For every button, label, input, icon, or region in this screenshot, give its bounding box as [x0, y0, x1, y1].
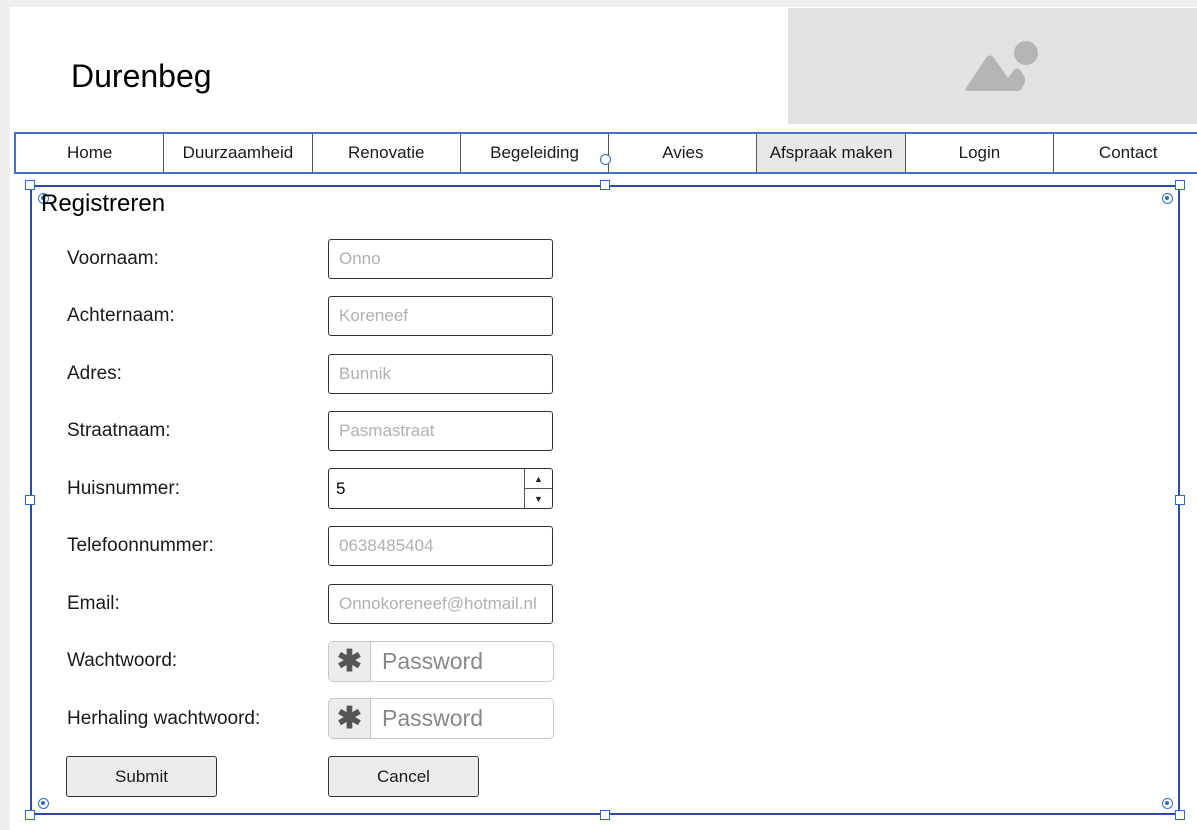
triangle-up-icon[interactable]: ▲: [525, 469, 552, 489]
herhaling-wachtwoord-label: Herhaling wachtwoord:: [67, 708, 261, 729]
resize-handle-top-left[interactable]: [25, 180, 35, 190]
nav-rotate-handle[interactable]: [600, 154, 611, 165]
anchor-handle-bottom-right[interactable]: [1162, 798, 1173, 809]
resize-handle-top[interactable]: [600, 180, 610, 190]
resize-handle-bottom[interactable]: [600, 810, 610, 820]
wachtwoord-field[interactable]: ✱ Password: [328, 641, 554, 682]
huisnummer-stepper[interactable]: 5 ▲ ▼: [328, 468, 553, 509]
anchor-handle-bottom-left[interactable]: [38, 798, 49, 809]
resize-handle-top-right[interactable]: [1175, 180, 1185, 190]
wachtwoord-label: Wachtwoord:: [67, 650, 178, 671]
nav-item-begeleiding[interactable]: Begeleiding: [461, 134, 610, 172]
site-title: Durenbeg: [71, 58, 212, 94]
nav-item-home[interactable]: Home: [16, 134, 165, 172]
straatnaam-label: Straatnaam:: [67, 420, 171, 441]
form-title: Registreren: [41, 190, 166, 217]
nav-item-duurzaamheid[interactable]: Duurzaamheid: [164, 134, 313, 172]
main-nav: Home Duurzaamheid Renovatie Begeleiding …: [14, 132, 1197, 174]
image-icon: [965, 41, 1038, 91]
achternaam-field[interactable]: Koreneef: [328, 296, 553, 336]
nav-item-renovatie[interactable]: Renovatie: [313, 134, 461, 172]
herhaling-wachtwoord-placeholder: Password: [382, 705, 483, 731]
nav-item-avies[interactable]: Avies: [609, 134, 758, 172]
wachtwoord-placeholder: Password: [382, 648, 483, 674]
achternaam-label: Achternaam:: [67, 305, 175, 326]
cancel-button[interactable]: Cancel: [328, 756, 479, 797]
nav-item-contact[interactable]: Contact: [1054, 134, 1197, 172]
email-field[interactable]: Onnokoreneef@hotmail.nl: [328, 584, 553, 624]
nav-item-afspraak-maken[interactable]: Afspraak maken: [757, 134, 906, 172]
stepper-buttons: ▲ ▼: [524, 469, 552, 508]
huisnummer-label: Huisnummer:: [67, 478, 180, 499]
resize-handle-left[interactable]: [25, 495, 35, 505]
telefoonnummer-label: Telefoonnummer:: [67, 535, 214, 556]
resize-handle-bottom-left[interactable]: [25, 810, 35, 820]
straatnaam-field[interactable]: Pasmastraat: [328, 411, 553, 451]
asterisk-icon: ✱: [329, 642, 371, 681]
submit-button[interactable]: Submit: [66, 756, 217, 797]
triangle-down-icon[interactable]: ▼: [525, 489, 552, 508]
huisnummer-value[interactable]: 5: [329, 469, 524, 508]
anchor-handle-top-right[interactable]: [1162, 193, 1173, 204]
header-image-placeholder: [788, 8, 1197, 124]
herhaling-wachtwoord-field[interactable]: ✱ Password: [328, 698, 554, 739]
voornaam-label: Voornaam:: [67, 248, 159, 269]
email-label: Email:: [67, 593, 120, 614]
adres-field[interactable]: Bunnik: [328, 354, 553, 394]
telefoonnummer-field[interactable]: 0638485404: [328, 526, 553, 566]
nav-item-login[interactable]: Login: [906, 134, 1055, 172]
adres-label: Adres:: [67, 363, 122, 384]
resize-handle-right[interactable]: [1175, 495, 1185, 505]
voornaam-field[interactable]: Onno: [328, 239, 553, 279]
asterisk-icon: ✱: [329, 699, 371, 738]
resize-handle-bottom-right[interactable]: [1175, 810, 1185, 820]
